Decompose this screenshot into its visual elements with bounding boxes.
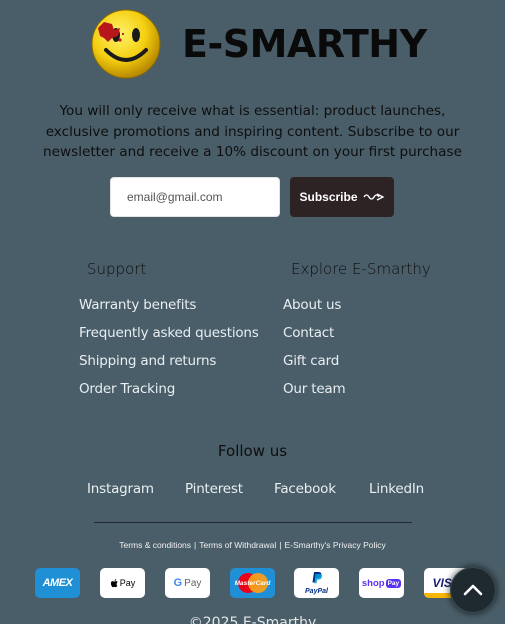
explore-title: Explore E-Smarthy bbox=[291, 260, 431, 278]
support-link-tracking[interactable]: Order Tracking bbox=[79, 381, 175, 397]
shop-pay-icon: shop Pay bbox=[359, 568, 404, 598]
shop-pay-badge: Pay bbox=[385, 578, 402, 588]
support-title: Support bbox=[87, 260, 147, 278]
paypal-label: PayPal bbox=[305, 588, 328, 595]
social-link-instagram[interactable]: Instagram bbox=[87, 481, 154, 497]
support-link-warranty[interactable]: Warranty benefits bbox=[79, 297, 196, 313]
explore-link-contact[interactable]: Contact bbox=[283, 325, 334, 341]
follow-title: Follow us bbox=[217, 442, 288, 460]
legal-separator: | bbox=[194, 540, 197, 550]
apple-pay-icon: Pay bbox=[100, 568, 145, 598]
google-pay-label: Pay bbox=[184, 577, 202, 589]
google-g-letter: G bbox=[173, 577, 183, 589]
brand-name: E-SMARTHY bbox=[182, 22, 427, 66]
social-link-pinterest[interactable]: Pinterest bbox=[185, 481, 243, 497]
paypal-icon: PayPal bbox=[294, 568, 339, 598]
legal-links: Terms & conditions | Terms of Withdrawal | E… bbox=[0, 540, 505, 550]
email-field[interactable]: email@gmail.com bbox=[110, 177, 280, 217]
amex-label: AMEX bbox=[42, 577, 73, 589]
paypal-logo-icon bbox=[312, 572, 322, 584]
social-link-linkedin[interactable]: LinkedIn bbox=[369, 481, 424, 497]
support-link-faq[interactable]: Frequently asked questions bbox=[79, 325, 259, 341]
subscribe-button[interactable]: Subscribe bbox=[290, 177, 394, 217]
support-link-shipping[interactable]: Shipping and returns bbox=[79, 353, 216, 369]
google-pay-icon: G Pay bbox=[165, 568, 210, 598]
subscribe-label: Subscribe bbox=[299, 190, 358, 204]
amex-icon: AMEX bbox=[35, 568, 80, 598]
apple-pay-label: Pay bbox=[119, 578, 136, 588]
legal-link-withdrawal[interactable]: Terms of Withdrawal bbox=[199, 540, 276, 550]
wavy-arrow-icon bbox=[362, 193, 384, 201]
legal-separator: | bbox=[279, 540, 282, 550]
explore-link-about[interactable]: About us bbox=[283, 297, 341, 313]
legal-link-privacy[interactable]: E-Smarthy's Privacy Policy bbox=[284, 540, 385, 550]
apple-logo-icon bbox=[110, 578, 118, 587]
newsletter-intro: You will only receive what is essential:… bbox=[43, 103, 462, 160]
chevron-up-icon bbox=[463, 584, 483, 596]
explore-link-gift-card[interactable]: Gift card bbox=[283, 353, 339, 369]
explore-link-team[interactable]: Our team bbox=[283, 381, 346, 397]
brand-logo[interactable]: E-SMARTHY bbox=[90, 8, 427, 80]
mastercard-icon: MasterCard bbox=[230, 568, 275, 598]
shop-pay-label: shop bbox=[361, 577, 385, 589]
mastercard-label: MasterCard bbox=[234, 579, 271, 587]
social-link-facebook[interactable]: Facebook bbox=[274, 481, 336, 497]
smiley-face-icon bbox=[91, 9, 161, 79]
copyright-text: ©2025 E-Smarthy bbox=[188, 615, 317, 624]
scroll-top-button[interactable] bbox=[450, 567, 496, 613]
legal-link-terms[interactable]: Terms & conditions bbox=[119, 540, 191, 550]
footer-divider bbox=[94, 522, 412, 523]
